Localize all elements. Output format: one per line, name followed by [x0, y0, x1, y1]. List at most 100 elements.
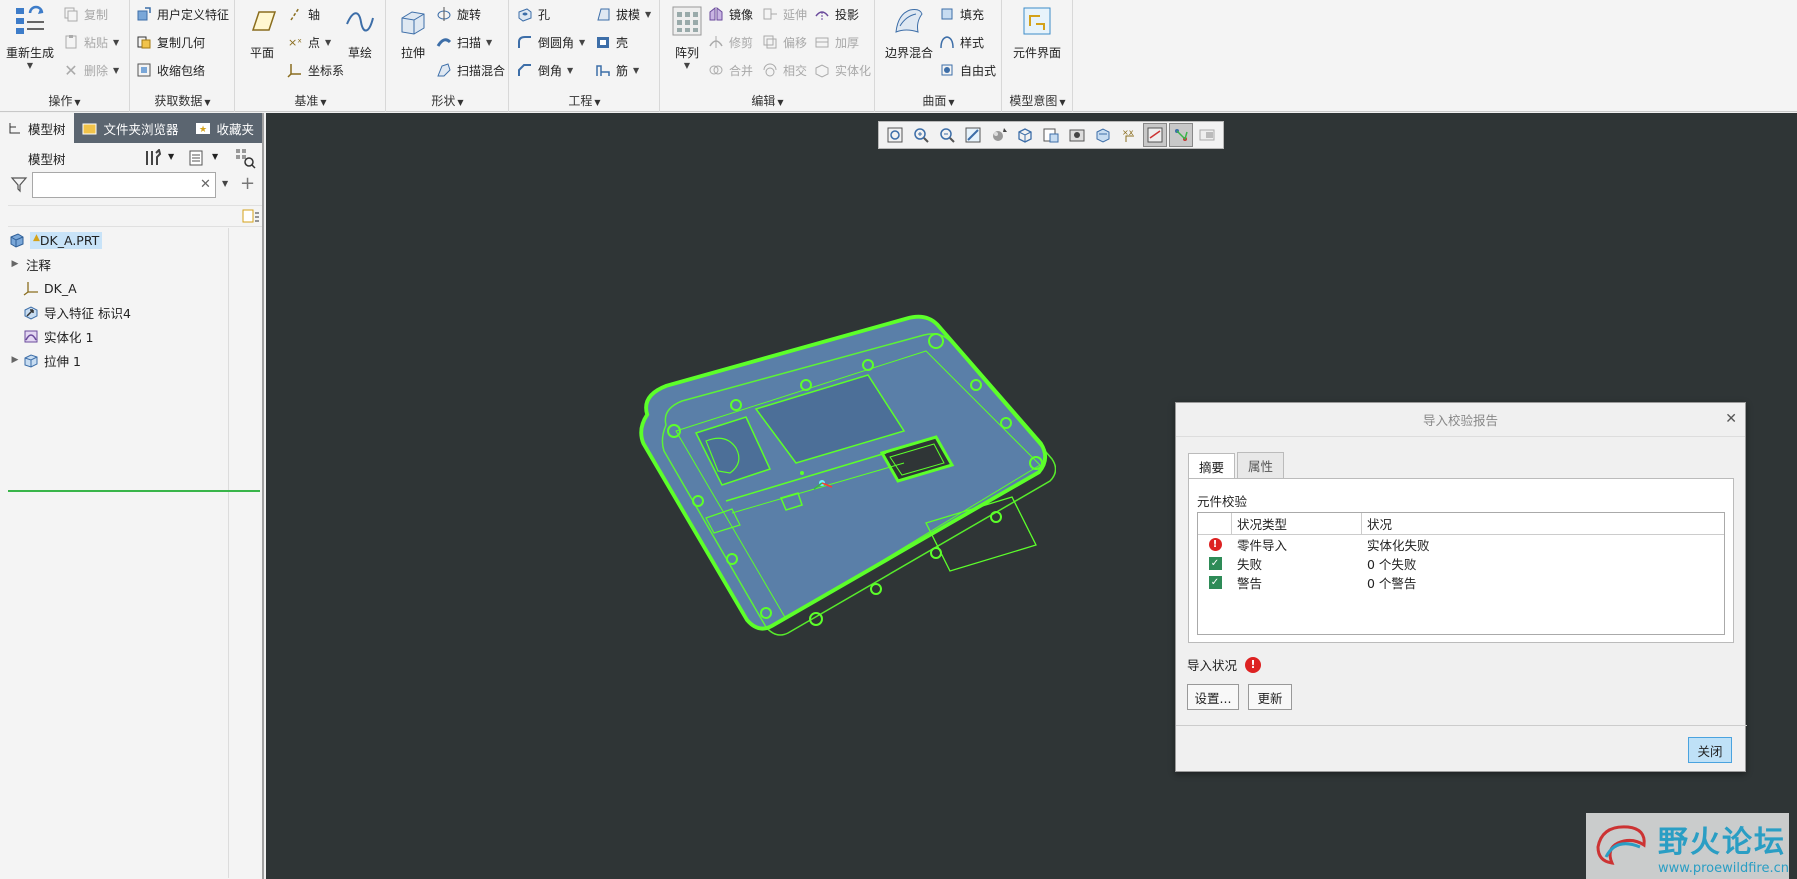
refit-icon[interactable] [883, 123, 907, 147]
tree-item-extrude[interactable]: ▶ 拉伸 1 [8, 348, 228, 372]
display-style-icon[interactable] [987, 123, 1011, 147]
tab-folder-browser[interactable]: 文件夹浏览器 [74, 113, 187, 143]
tree-item-solidify[interactable]: 实体化 1 [8, 324, 228, 348]
tree-item-annotations[interactable]: ▶ 注释 [8, 252, 228, 276]
close-icon[interactable]: ✕ [1725, 411, 1737, 427]
component-interface-button[interactable]: 元件界面 [1011, 4, 1063, 61]
chevron-down-icon[interactable]: ▼ [486, 38, 492, 47]
mirror-button[interactable]: 镜像 [707, 4, 753, 24]
chevron-down-icon[interactable]: ▼ [579, 38, 585, 47]
group-label-model-intent[interactable]: 模型意图 ▼ [1003, 92, 1072, 110]
tree-columns-icon[interactable] [242, 208, 260, 227]
trim-button[interactable]: 修剪 [707, 32, 753, 52]
repaint-icon[interactable] [961, 123, 985, 147]
chevron-down-icon[interactable]: ▼ [27, 61, 33, 70]
settings-button[interactable]: 设置... [1187, 684, 1239, 710]
chevron-down-icon[interactable]: ▼ [645, 10, 651, 19]
chevron-down-icon[interactable]: ▼ [684, 61, 690, 70]
table-row[interactable]: ✓ 警告 0 个警告 [1198, 573, 1724, 592]
sweep-button[interactable]: 扫描 ▼ [435, 32, 492, 52]
round-button[interactable]: 倒圆角 ▼ [516, 32, 585, 52]
annotation-display-icon[interactable] [1143, 123, 1167, 147]
sketch-button[interactable]: 草绘 [334, 4, 386, 61]
tree-item-part[interactable]: ▲DK_A.PRT [8, 228, 228, 252]
tree-filter-columns-icon[interactable] [234, 147, 256, 172]
tree-item-csys[interactable]: DK_A [8, 276, 228, 300]
expand-arrow-icon[interactable]: ▶ [8, 259, 22, 269]
update-button[interactable]: 更新 [1248, 684, 1292, 710]
tree-search-input[interactable] [32, 172, 216, 198]
spin-center-icon[interactable] [1169, 123, 1193, 147]
shrinkwrap-button[interactable]: 收缩包络 [135, 60, 205, 80]
freestyle-button[interactable]: 自由式 [938, 60, 996, 80]
zoom-in-icon[interactable] [909, 123, 933, 147]
group-label-shapes[interactable]: 形状 ▼ [387, 92, 508, 110]
model-display-icon[interactable] [1195, 123, 1219, 147]
fill-button[interactable]: 填充 [938, 4, 984, 24]
group-label-get-data[interactable]: 获取数据 ▼ [131, 92, 234, 110]
merge-button[interactable]: 合并 [707, 60, 753, 80]
project-button[interactable]: 投影 [813, 4, 859, 24]
chevron-down-icon[interactable]: ▼ [222, 179, 228, 188]
chevron-down-icon[interactable]: ▼ [325, 38, 331, 47]
tab-properties[interactable]: 属性 [1237, 452, 1285, 478]
insert-here-marker[interactable] [8, 490, 260, 492]
group-label-engineering[interactable]: 工程 ▼ [510, 92, 659, 110]
expand-arrow-icon[interactable]: ▶ [8, 355, 22, 365]
tree-item-import-feature[interactable]: 导入特征 标识4 [8, 300, 228, 324]
thicken-button[interactable]: 加厚 [813, 32, 859, 52]
swept-blend-button[interactable]: 扫描混合 [435, 60, 505, 80]
solidify-button[interactable]: 实体化 [813, 60, 871, 80]
regenerate-button[interactable]: 重新生成 ▼ [4, 4, 56, 70]
chevron-down-icon[interactable]: ▼ [113, 66, 119, 75]
group-label-editing[interactable]: 编辑 ▼ [661, 92, 874, 110]
shell-button[interactable]: 壳 [594, 32, 628, 52]
dialog-titlebar[interactable]: 导入校验报告 ✕ [1176, 403, 1745, 437]
chevron-down-icon[interactable]: ▼ [633, 66, 639, 75]
udf-button[interactable]: 用户定义特征 [135, 4, 229, 24]
add-icon[interactable]: + [240, 173, 255, 194]
copy-geometry-button[interactable]: 复制几何 [135, 32, 205, 52]
chevron-down-icon[interactable]: ▼ [567, 66, 573, 75]
tree-column-divider[interactable] [228, 228, 229, 878]
axis-button[interactable]: 轴 [286, 4, 320, 24]
view-manager-icon[interactable] [1039, 123, 1063, 147]
boundary-blend-button[interactable]: 边界混合 [882, 4, 936, 61]
tab-summary[interactable]: 摘要 [1188, 453, 1236, 479]
revolve-button[interactable]: 旋转 [435, 4, 481, 24]
csys-button[interactable]: 坐标系 [286, 60, 344, 80]
hole-button[interactable]: 孔 [516, 4, 550, 24]
group-label-surfaces[interactable]: 曲面 ▼ [876, 92, 1001, 110]
chamfer-button[interactable]: 倒角 ▼ [516, 60, 573, 80]
zoom-out-icon[interactable] [935, 123, 959, 147]
close-button[interactable]: 关闭 [1688, 737, 1732, 763]
style-button[interactable]: 样式 [938, 32, 984, 52]
group-label-operations[interactable]: 操作 ▼ [0, 92, 129, 110]
settings-icon[interactable] [144, 148, 162, 170]
point-button[interactable]: ×ˣ 点 ▼ [286, 32, 331, 52]
column-header-status[interactable]: 状况 [1362, 513, 1724, 534]
clear-icon[interactable]: ✕ [200, 177, 211, 192]
extrude-button[interactable]: 拉伸 [387, 4, 439, 61]
column-header-type[interactable]: 状况类型 [1232, 513, 1362, 534]
pattern-button[interactable]: 阵列 ▼ [661, 4, 713, 70]
extend-button[interactable]: 延伸 [761, 4, 807, 24]
draft-button[interactable]: 拔模 ▼ [594, 4, 651, 24]
section-icon[interactable] [1091, 123, 1115, 147]
copy-button[interactable]: 复制 [62, 4, 108, 24]
plane-button[interactable]: 平面 [236, 4, 288, 61]
model-wireframe[interactable] [636, 313, 1056, 653]
tab-favorites[interactable]: ★ 收藏夹 [187, 113, 263, 143]
intersect-button[interactable]: 相交 [761, 60, 807, 80]
chevron-down-icon[interactable]: ▼ [168, 152, 174, 161]
datum-display-filters-icon[interactable]: ×x [1117, 123, 1141, 147]
group-label-datum[interactable]: 基准 ▼ [236, 92, 385, 110]
saved-orientations-icon[interactable] [1013, 123, 1037, 147]
offset-button[interactable]: 偏移 [761, 32, 807, 52]
table-row[interactable]: ✓ 失败 0 个失败 [1198, 554, 1724, 573]
delete-button[interactable]: ✕ 删除 ▼ [62, 60, 119, 80]
table-row[interactable]: ! 零件导入 实体化失败 [1198, 535, 1724, 554]
perspective-icon[interactable] [1065, 123, 1089, 147]
chevron-down-icon[interactable]: ▼ [212, 152, 218, 161]
tab-model-tree[interactable]: 模型树 [0, 113, 74, 143]
